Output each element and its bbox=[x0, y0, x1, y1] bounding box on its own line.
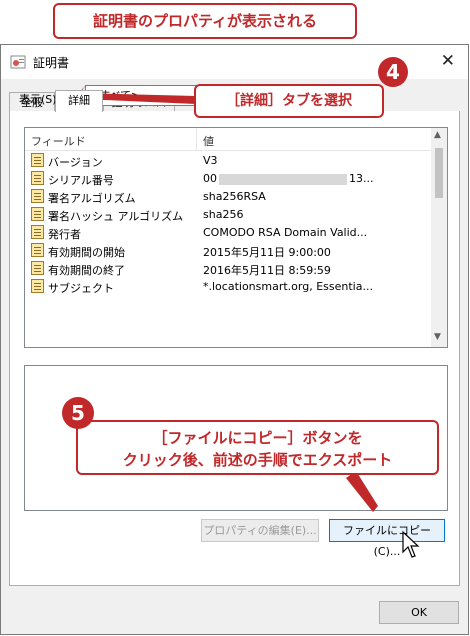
field-icon bbox=[31, 279, 44, 293]
close-icon[interactable]: ✕ bbox=[441, 51, 455, 71]
field-name: バージョン bbox=[48, 156, 103, 169]
header-divider[interactable] bbox=[196, 128, 197, 150]
step-5-badge: 5 bbox=[62, 397, 94, 429]
scroll-up-icon[interactable]: ▲ bbox=[434, 130, 441, 140]
window-title: 証明書 bbox=[33, 56, 70, 70]
field-value: sha256RSA bbox=[203, 190, 266, 203]
certificate-dialog: 証明書 ✕ 全般 詳細 証明のパス 表示(S): <すべて> ▼ フィールド 値… bbox=[0, 44, 469, 635]
field-name: 発行者 bbox=[48, 228, 81, 241]
mouse-pointer-icon bbox=[402, 531, 420, 558]
tab-details[interactable]: 詳細 bbox=[55, 90, 103, 112]
callout-properties-shown: 証明書のプロパティが表示される bbox=[53, 3, 357, 39]
header-value[interactable]: 値 bbox=[203, 133, 214, 149]
field-name: 有効期間の終了 bbox=[48, 264, 125, 277]
field-icon bbox=[31, 243, 44, 257]
ok-label: OK bbox=[411, 606, 427, 619]
field-value: 00 13... bbox=[203, 172, 374, 185]
field-value: *.locationsmart.org, Essentia... bbox=[203, 280, 373, 293]
callout-4-text: ［詳細］タブを選択 bbox=[226, 93, 352, 109]
field-name: 有効期間の開始 bbox=[48, 246, 125, 259]
field-name: 署名アルゴリズム bbox=[48, 192, 136, 205]
list-row[interactable]: 署名ハッシュ アルゴリズム sha256 bbox=[25, 206, 432, 224]
field-value: V3 bbox=[203, 154, 218, 167]
field-value: 2015年5月11日 9:00:00 bbox=[203, 246, 331, 259]
field-value: 2016年5月11日 8:59:59 bbox=[203, 264, 331, 277]
list-row[interactable]: バージョン V3 bbox=[25, 152, 432, 170]
step-4-badge: 4 bbox=[378, 57, 408, 87]
list-header: フィールド 値 bbox=[25, 128, 432, 151]
certificate-icon bbox=[10, 55, 26, 69]
callout-5-line1: ［ファイルにコピー］ボタンを bbox=[152, 429, 363, 447]
field-value: COMODO RSA Domain Valid... bbox=[203, 226, 368, 239]
field-value: sha256 bbox=[203, 208, 244, 221]
callout-details-tab: ［詳細］タブを選択 bbox=[194, 84, 384, 118]
tab-details-label: 詳細 bbox=[68, 94, 90, 107]
step-4-number: 4 bbox=[386, 60, 400, 84]
list-row[interactable]: 署名アルゴリズム sha256RSA bbox=[25, 188, 432, 206]
redacted-serial bbox=[219, 173, 347, 185]
field-list[interactable]: フィールド 値 バージョン V3 シリアル番号 00 13... 署名アルゴリズム… bbox=[24, 127, 448, 348]
field-icon bbox=[31, 153, 44, 167]
serial-prefix: 00 bbox=[203, 172, 217, 185]
callout-copy-to-file: ［ファイルにコピー］ボタンを クリック後、前述の手順でエクスポート bbox=[76, 420, 439, 475]
list-row[interactable]: 有効期間の終了 2016年5月11日 8:59:59 bbox=[25, 260, 432, 278]
edit-properties-label: プロパティの編集(E)... bbox=[203, 524, 317, 537]
scrollbar-thumb[interactable] bbox=[435, 148, 443, 198]
field-icon bbox=[31, 189, 44, 203]
edit-properties-button[interactable]: プロパティの編集(E)... bbox=[201, 519, 319, 542]
step-5-number: 5 bbox=[71, 401, 85, 425]
list-row[interactable]: 有効期間の開始 2015年5月11日 9:00:00 bbox=[25, 242, 432, 260]
field-name: サブジェクト bbox=[48, 282, 114, 295]
copy-to-file-button[interactable]: ファイルにコピー(C)... bbox=[329, 519, 445, 558]
list-row[interactable]: サブジェクト *.locationsmart.org, Essentia... bbox=[25, 278, 432, 296]
header-field[interactable]: フィールド bbox=[31, 133, 86, 149]
field-icon bbox=[31, 207, 44, 221]
scroll-down-icon[interactable]: ▼ bbox=[434, 332, 441, 342]
callout-5-line2: クリック後、前述の手順でエクスポート bbox=[122, 451, 393, 469]
serial-suffix: 13... bbox=[349, 172, 374, 185]
field-icon bbox=[31, 261, 44, 275]
ok-button[interactable]: OK bbox=[379, 601, 459, 624]
list-row[interactable]: 発行者 COMODO RSA Domain Valid... bbox=[25, 224, 432, 242]
field-name: シリアル番号 bbox=[48, 174, 114, 187]
field-icon bbox=[31, 225, 44, 239]
list-scrollbar[interactable]: ▲ ▼ bbox=[431, 128, 447, 347]
list-row[interactable]: シリアル番号 00 13... bbox=[25, 170, 432, 188]
callout-properties-text: 証明書のプロパティが表示される bbox=[92, 12, 318, 30]
field-icon bbox=[31, 171, 44, 185]
field-name: 署名ハッシュ アルゴリズム bbox=[48, 210, 184, 223]
